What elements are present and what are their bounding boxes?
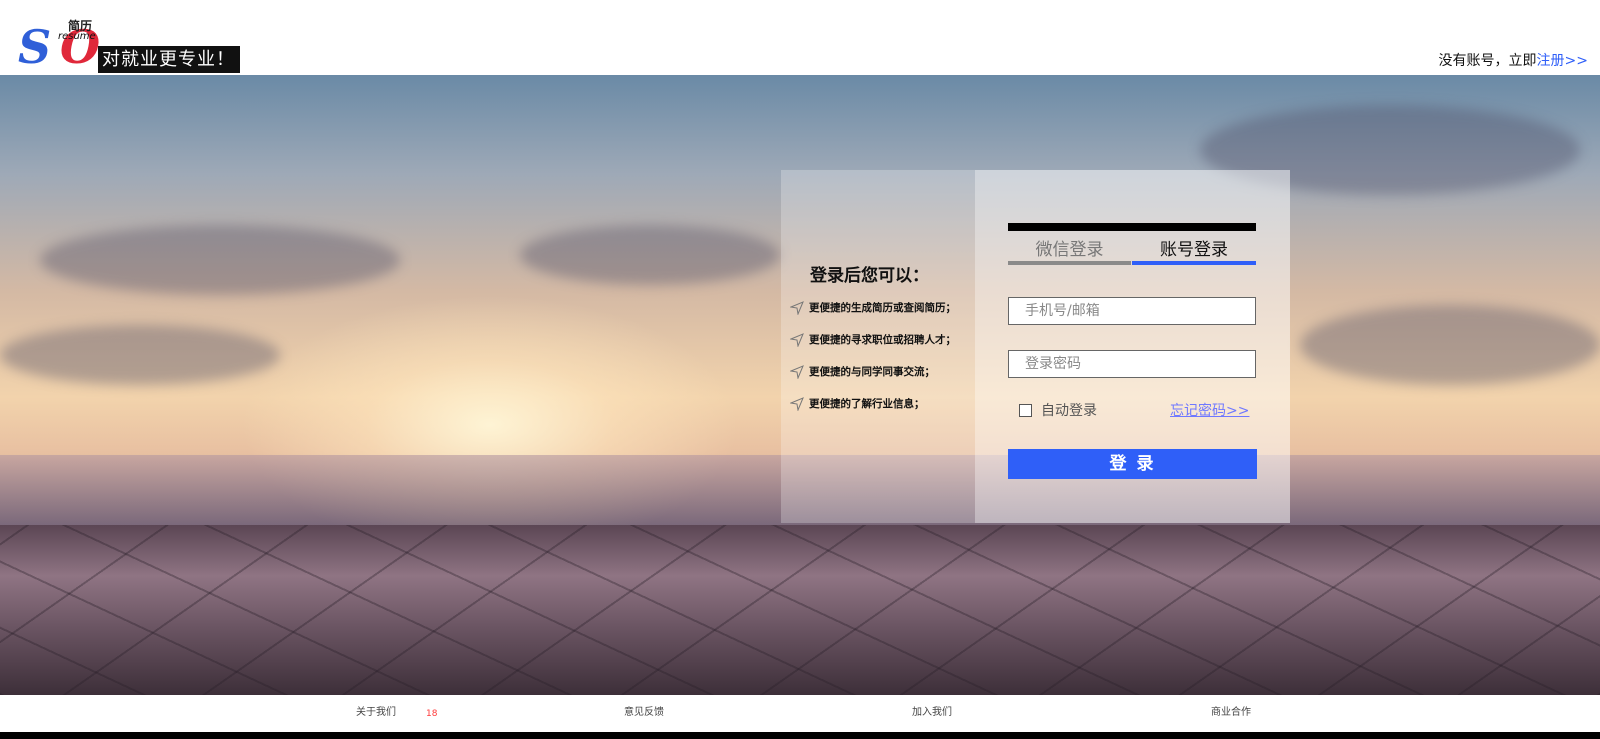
logo[interactable]: S O 简历 resume 对就业更专业！	[18, 20, 240, 74]
benefit-text: 更便捷的与同学同事交流；	[809, 366, 935, 378]
register-prompt: 没有账号，立即注册>>	[1439, 53, 1588, 69]
username-input[interactable]	[1008, 297, 1256, 325]
register-link[interactable]: 注册>>	[1537, 53, 1588, 69]
benefit-item: 更便捷的生成简历或查阅简历；	[790, 300, 956, 316]
logo-letter-s: S	[18, 20, 51, 74]
cloud	[0, 325, 280, 385]
bottom-bar	[0, 732, 1600, 739]
site-header: S O 简历 resume 对就业更专业！ 没有账号，立即注册>>	[0, 0, 1600, 75]
send-arrow-icon	[790, 301, 804, 315]
benefits-title: 登录后您可以：	[810, 266, 929, 286]
cloud	[1300, 305, 1600, 385]
benefit-text: 更便捷的生成简历或查阅简历；	[809, 302, 956, 314]
rocky-shore	[0, 525, 1600, 695]
benefit-item: 更便捷的寻求职位或招聘人才；	[790, 332, 956, 348]
footer-link-business[interactable]: 商业合作	[1211, 707, 1251, 719]
send-arrow-icon	[790, 333, 804, 347]
footer-link-feedback[interactable]: 意见反馈	[624, 707, 664, 719]
logo-small-en: resume	[58, 31, 96, 42]
send-arrow-icon	[790, 365, 804, 379]
cloud	[520, 225, 780, 285]
benefit-item: 更便捷的与同学同事交流；	[790, 364, 935, 380]
login-top-bar	[1008, 223, 1256, 231]
tab-wechat-login[interactable]: 微信登录	[1008, 235, 1131, 265]
cloud	[40, 225, 400, 295]
tab-account-login[interactable]: 账号登录	[1132, 235, 1256, 265]
logo-slogan: 对就业更专业！	[98, 46, 240, 73]
checkbox-box[interactable]	[1019, 404, 1032, 417]
footer-link-join[interactable]: 加入我们	[912, 707, 952, 719]
footer-count: 18	[426, 709, 438, 719]
benefit-text: 更便捷的寻求职位或招聘人才；	[809, 334, 956, 346]
auto-login-label: 自动登录	[1041, 403, 1097, 419]
site-footer: 关于我们 18 意见反馈 加入我们 商业合作	[0, 695, 1600, 732]
forgot-password-link[interactable]: 忘记密码>>	[1170, 402, 1249, 420]
login-button[interactable]: 登 录	[1008, 449, 1257, 479]
register-prompt-text: 没有账号，立即	[1438, 53, 1537, 69]
send-arrow-icon	[790, 397, 804, 411]
auto-login-checkbox[interactable]: 自动登录	[1019, 402, 1097, 420]
benefit-text: 更便捷的了解行业信息；	[809, 398, 925, 410]
password-input[interactable]	[1008, 350, 1256, 378]
footer-link-about[interactable]: 关于我们	[356, 707, 396, 719]
benefit-item: 更便捷的了解行业信息；	[790, 396, 925, 412]
